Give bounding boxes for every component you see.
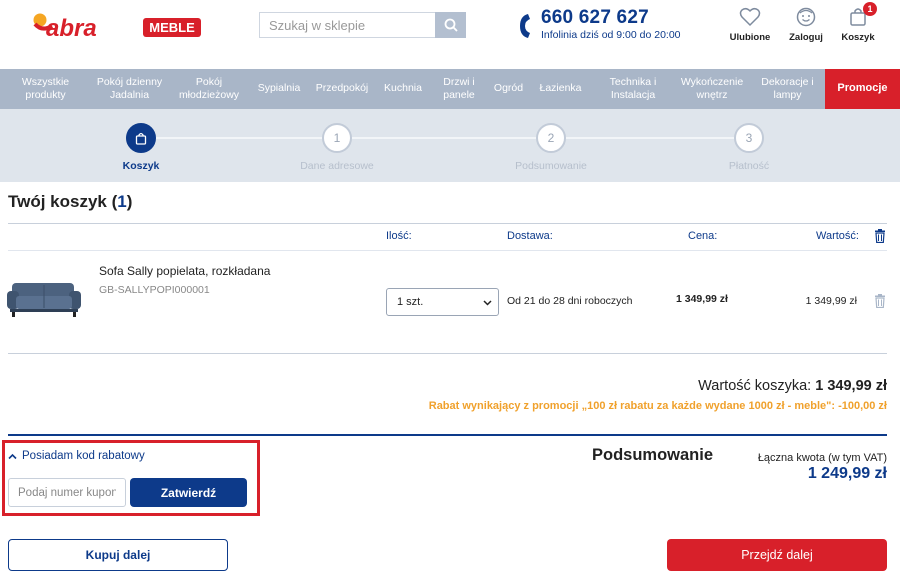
cart-count-badge: 1	[863, 2, 877, 16]
search-icon	[444, 18, 458, 32]
nav-item-doors-panels[interactable]: Drzwi i panele	[430, 69, 488, 109]
nav-item-technology[interactable]: Technika i Instalacja	[592, 69, 674, 109]
product-name[interactable]: Sofa Sally popielata, rozkładana	[99, 264, 270, 278]
category-nav: Wszystkie produkty Pokój dzienny Jadalni…	[0, 69, 900, 109]
col-price-header: Cena:	[688, 230, 718, 242]
nav-item-living-room[interactable]: Pokój dzienny Jadalnia	[91, 69, 168, 109]
proceed-button[interactable]: Przejdź dalej	[667, 539, 887, 571]
checkout-steps: 1 2 3 Koszyk Dane adresowe Podsumowanie …	[0, 109, 900, 182]
step-address: 1	[322, 123, 352, 153]
divider	[8, 353, 887, 354]
phone-number[interactable]: 660 627 627	[541, 7, 649, 29]
step-connector	[566, 137, 734, 139]
coupon-toggle-label: Posiadam kod rabatowy	[22, 450, 145, 462]
promotion-discount: Rabat wynikający z promocji „100 zł raba…	[428, 400, 887, 412]
svg-text:MEBLE: MEBLE	[149, 20, 195, 35]
search-bar	[259, 12, 466, 38]
abra-meble-logo[interactable]: abra MEBLE	[32, 10, 202, 40]
header: abra MEBLE 660 627 627 Infolinia dziś od…	[0, 0, 900, 69]
phone-icon	[520, 14, 530, 38]
nav-item-promotions[interactable]: Promocje	[825, 69, 900, 109]
product-price: 1 349,99 zł	[676, 293, 728, 305]
search-input[interactable]	[259, 12, 435, 38]
nav-item-decorations[interactable]: Dekoracje i lampy	[750, 69, 825, 109]
step-connector	[352, 137, 536, 139]
cart-total-label: Wartość koszyka:	[698, 378, 812, 394]
continue-shopping-button[interactable]: Kupuj dalej	[8, 539, 228, 571]
summary-title: Podsumowanie	[592, 446, 714, 464]
cart-label: Koszyk	[841, 32, 875, 43]
cart-title-count: 1	[117, 192, 127, 211]
col-qty-header: Ilość:	[386, 230, 412, 242]
nav-item-bathroom[interactable]: Łazienka	[529, 69, 592, 109]
delivery-time: Od 21 do 28 dni roboczych	[507, 295, 633, 307]
nav-item-youth-room[interactable]: Pokój młodzieżowy	[168, 69, 250, 109]
step-payment-label: Płatność	[728, 160, 770, 172]
phone-hours: Infolinia dziś od 9:00 do 20:00	[541, 29, 681, 41]
step-summary: 2	[536, 123, 566, 153]
login-link[interactable]: Zaloguj	[780, 7, 832, 43]
step-cart	[126, 123, 156, 153]
col-value-header: Wartość:	[816, 230, 859, 242]
quantity-select[interactable]: 1 szt.	[386, 288, 499, 316]
coupon-toggle[interactable]: Posiadam kod rabatowy	[8, 450, 145, 462]
chevron-down-icon	[483, 300, 492, 306]
cart-link[interactable]: 1 Koszyk	[832, 2, 884, 43]
nav-item-garden[interactable]: Ogród	[488, 69, 529, 109]
search-button[interactable]	[435, 12, 466, 38]
login-label: Zaloguj	[789, 32, 823, 43]
step-summary-label: Podsumowanie	[515, 160, 587, 172]
product-value: 1 349,99 zł	[805, 295, 857, 307]
product-image[interactable]	[6, 277, 82, 321]
quantity-value: 1 szt.	[397, 296, 424, 308]
divider	[8, 250, 887, 251]
nav-item-bedroom[interactable]: Sypialnia	[250, 69, 308, 109]
trash-all-icon[interactable]	[874, 229, 886, 243]
divider	[8, 434, 887, 436]
step-connector	[156, 137, 322, 139]
shopping-bag-icon	[135, 132, 147, 145]
heart-icon	[739, 7, 761, 27]
chevron-up-icon	[8, 453, 17, 459]
step-payment: 3	[734, 123, 764, 153]
summary-total-value: 1 249,99 zł	[807, 465, 887, 482]
nav-item-hallway[interactable]: Przedpokój	[308, 69, 376, 109]
favorites-link[interactable]: Ulubione	[724, 7, 776, 43]
cart-total-value: 1 349,99 zł	[815, 378, 887, 394]
step-address-label: Dane adresowe	[300, 160, 374, 172]
cart-total: Wartość koszyka: 1 349,99 zł	[698, 378, 887, 394]
coupon-input[interactable]	[8, 478, 126, 507]
cart-title: Twój koszyk (1)	[8, 192, 133, 211]
coupon-submit-button[interactable]: Zatwierdź	[130, 478, 247, 507]
svg-text:abra: abra	[46, 15, 97, 40]
nav-item-interior-finish[interactable]: Wykończenie wnętrz	[674, 69, 750, 109]
divider	[8, 223, 887, 224]
summary-total-label: Łączna kwota (w tym VAT)	[757, 452, 887, 464]
nav-item-all-products[interactable]: Wszystkie produkty	[0, 69, 91, 109]
nav-item-kitchen[interactable]: Kuchnia	[376, 69, 430, 109]
col-delivery-header: Dostawa:	[507, 230, 553, 242]
trash-icon[interactable]	[874, 294, 886, 308]
favorites-label: Ulubione	[729, 32, 771, 43]
user-face-icon	[796, 7, 816, 27]
step-cart-label: Koszyk	[122, 160, 160, 172]
cart-title-text: Twój koszyk	[8, 192, 107, 211]
product-sku: GB-SALLYPOPI000001	[99, 284, 210, 296]
